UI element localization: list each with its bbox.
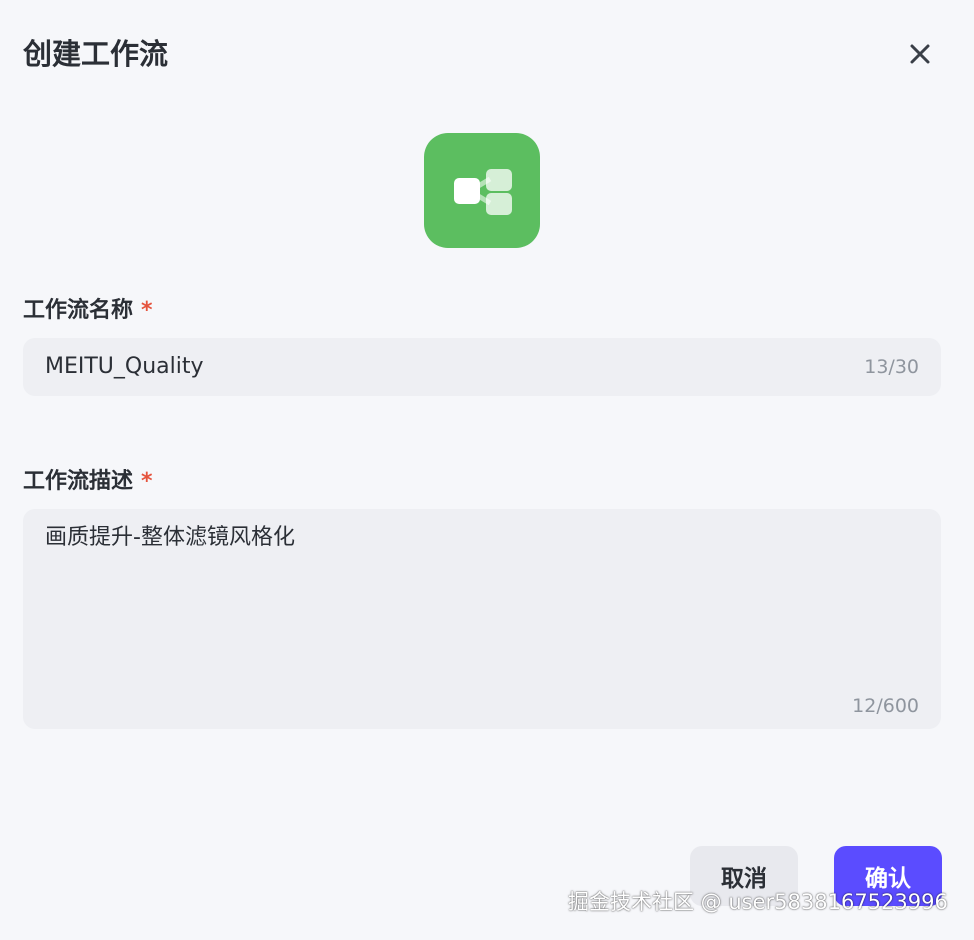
workflow-description-textarea[interactable]: 画质提升-整体滤镜风格化 12/600 xyxy=(23,509,941,729)
required-mark: * xyxy=(141,298,153,323)
workflow-name-value: MEITU_Quality xyxy=(45,354,204,379)
watermark-text: 掘金技术社区 @ user5838167523996 xyxy=(568,890,948,914)
required-mark: * xyxy=(141,469,153,494)
workflow-name-input[interactable]: MEITU_Quality 13/30 xyxy=(23,338,941,396)
desc-field-label: 工作流描述 * xyxy=(23,467,153,497)
name-char-counter: 13/30 xyxy=(864,356,919,378)
close-button[interactable] xyxy=(904,38,936,70)
workflow-icon xyxy=(454,168,512,215)
create-workflow-dialog: 创建工作流 工作流名称 * MEITU_Quality 13/30 工作流描述 * … xyxy=(0,0,974,940)
workflow-description-value: 画质提升-整体滤镜风格化 xyxy=(45,525,295,550)
dialog-title: 创建工作流 xyxy=(23,37,169,71)
name-field-label: 工作流名称 * xyxy=(23,296,153,326)
desc-label-text: 工作流描述 xyxy=(23,469,134,494)
name-label-text: 工作流名称 xyxy=(23,298,134,323)
close-icon xyxy=(910,44,930,64)
desc-char-counter: 12/600 xyxy=(852,695,919,717)
workflow-app-icon[interactable] xyxy=(424,133,540,248)
